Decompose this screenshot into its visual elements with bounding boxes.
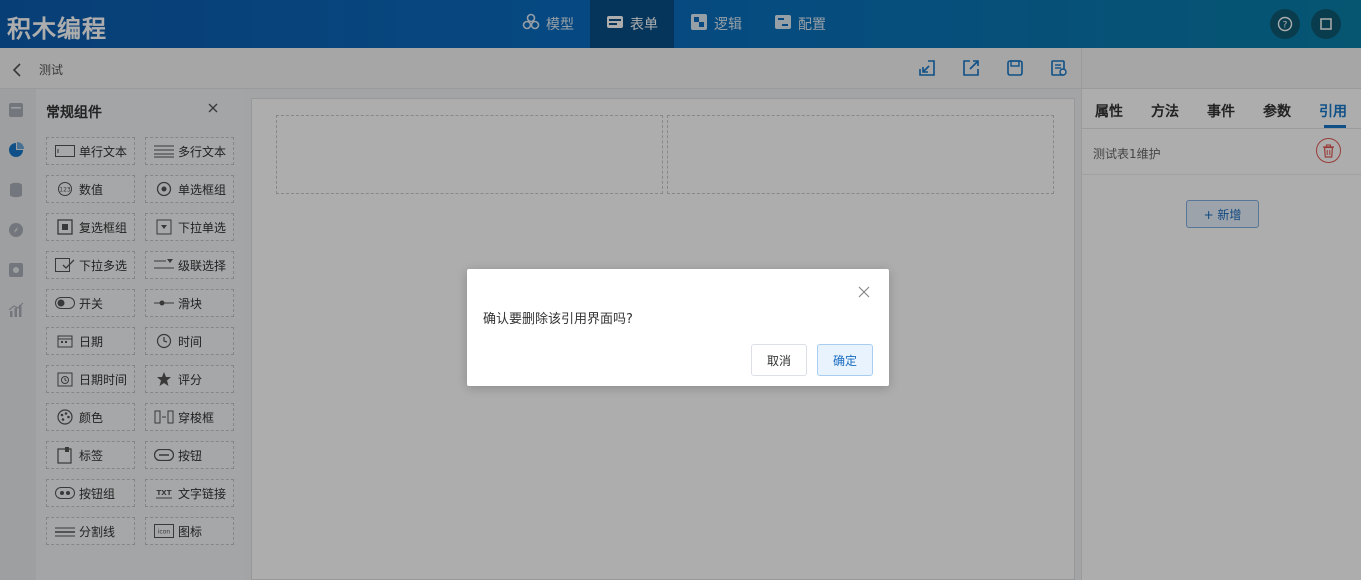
cancel-button[interactable]: 取消	[751, 344, 807, 376]
dialog-message: 确认要删除该引用界面吗?	[483, 312, 633, 327]
close-icon	[858, 286, 870, 298]
confirm-button[interactable]: 确定	[817, 344, 873, 376]
dialog-close-button[interactable]	[857, 284, 871, 298]
confirm-dialog: 确认要删除该引用界面吗? 取消 确定	[467, 269, 889, 386]
